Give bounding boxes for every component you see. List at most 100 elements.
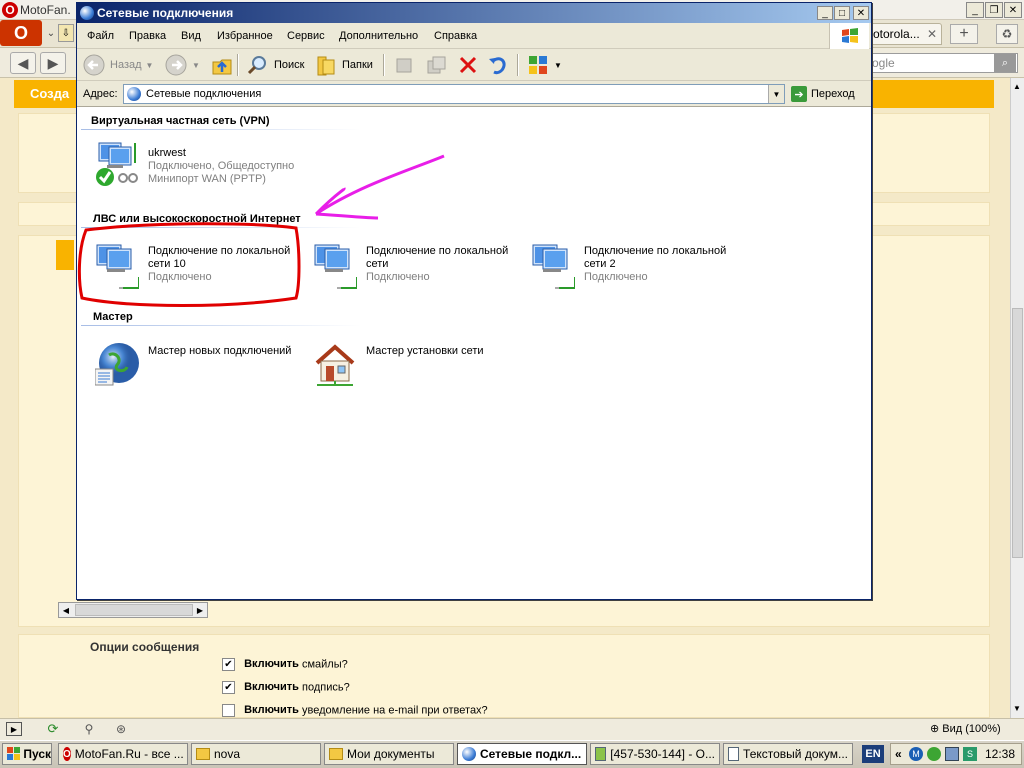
chevron-down-icon[interactable]: ⌄ [44,24,58,42]
group-divider [81,129,361,130]
menu-tools[interactable]: Сервис [287,30,325,42]
new-tab-button[interactable]: + [950,24,978,44]
scroll-left-icon[interactable]: ◀ [59,603,73,617]
language-indicator[interactable]: EN [862,745,884,763]
checkbox-checked[interactable]: ✔ [222,681,235,694]
connection-item-lan-10[interactable]: Подключение по локальной сети 10 Подключ… [95,241,290,289]
checkbox-unchecked[interactable] [222,704,235,717]
task-network-connections[interactable]: Сетевые подкл... [457,743,587,765]
chevron-down-icon[interactable]: ▼ [554,61,562,70]
undo-icon [489,57,506,75]
task-my-documents[interactable]: Мои документы [324,743,454,765]
go-arrow-icon: ➔ [791,86,807,102]
chevron-down-icon[interactable]: ▼ [146,61,154,70]
network-tray-icon[interactable] [945,747,959,761]
option-email-notify[interactable]: Включить уведомление на e-mail при ответ… [222,704,488,717]
close-button[interactable]: ✕ [1004,2,1022,18]
opera-logo-icon: O [2,2,18,18]
connection-status: Подключено [584,271,648,283]
scroll-right-icon[interactable]: ▶ [193,603,207,617]
zoom-control[interactable]: ⊕ Вид (100%) [930,722,1001,735]
network-setup-wizard[interactable]: Мастер установки сети [313,341,484,389]
menu-edit[interactable]: Правка [129,30,166,42]
maximize-button[interactable]: ❐ [985,2,1003,18]
connection-name: сети 10 [148,258,186,270]
menu-view[interactable]: Вид [181,30,201,42]
wizard-name: Мастер новых подключений [148,345,292,357]
forward-button[interactable]: ▼ [161,52,203,78]
search-button[interactable]: Поиск [243,52,307,78]
explorer-title: Сетевые подключения [97,6,234,20]
menu-advanced[interactable]: Дополнительно [339,30,418,42]
minimize-button[interactable]: _ [966,2,984,18]
new-connection-wizard[interactable]: Мастер новых подключений [95,341,291,389]
address-value: Сетевые подключения [146,88,262,100]
back-button[interactable]: Назад ▼ [79,52,156,78]
start-label: Пуск [23,747,51,761]
connection-item-lan-2[interactable]: Подключение по локальной сети 2 Подключе… [531,241,726,289]
go-label: Переход [811,88,855,100]
connection-item-lan[interactable]: Подключение по локальной сети Подключено [313,241,508,289]
opera-icon: O [63,747,71,761]
move-to-button[interactable] [389,52,419,78]
address-input[interactable]: Сетевые подключения ▼ [123,84,785,104]
turbo-icon[interactable]: ⊛ [112,721,130,737]
forward-icon[interactable]: ▶ [40,52,66,74]
maximize-button[interactable]: □ [834,6,850,20]
trash-icon[interactable]: ♻ [996,24,1018,44]
search-icon[interactable]: ⌕ [994,54,1016,72]
views-button[interactable]: ▼ [523,52,565,78]
checkbox-checked[interactable]: ✔ [222,658,235,671]
option-text: смайлы? [301,658,348,671]
connection-status: Подключено [148,271,212,283]
scroll-thumb[interactable] [1012,308,1023,558]
option-bold: Включить [244,681,299,694]
speed-dial-icon[interactable]: ⇩ [58,24,74,42]
vertical-scrollbar[interactable]: ▲ ▼ [1010,78,1024,718]
task-nova[interactable]: nova [191,743,321,765]
task-icq[interactable]: [457-530-144] - О... [590,743,720,765]
explorer-toolbar: Назад ▼ ▼ Поиск Папки ▼ [77,49,871,81]
up-folder-button[interactable] [207,52,237,78]
tab-label: otorola... [873,27,920,41]
icq-flower-icon[interactable] [927,747,941,761]
tray-expand-icon[interactable]: « [895,747,902,761]
task-label: Сетевые подкл... [480,747,582,761]
chevron-down-icon[interactable]: ▼ [192,61,200,70]
folder-icon [329,748,343,760]
copy-to-button[interactable] [421,52,451,78]
menu-help[interactable]: Справка [434,30,477,42]
folders-button[interactable]: Папки [311,52,376,78]
option-smileys[interactable]: ✔ Включить смайлы? [222,658,348,671]
motorola-icon[interactable]: M [909,747,923,761]
address-dropdown-icon[interactable]: ▼ [768,85,784,103]
scroll-thumb[interactable] [75,604,193,616]
notepad-icon [728,747,740,761]
opera-menu-button[interactable]: O [0,20,42,46]
scroll-up-icon[interactable]: ▲ [1011,80,1023,92]
start-button[interactable]: Пуск [2,743,52,765]
delete-button[interactable] [453,52,483,78]
chat-icon [595,747,607,761]
horizontal-scrollbar[interactable]: ◀ ▶ [58,602,208,618]
minimize-button[interactable]: _ [817,6,833,20]
connection-device: Минипорт WAN (PPTP) [148,173,266,185]
back-icon[interactable]: ◀ [10,52,36,74]
panel-toggle-icon[interactable]: ▶ [6,722,22,736]
task-text-document[interactable]: Текстовый докум... [723,743,853,765]
refresh-icon[interactable]: ⟳ [44,721,62,737]
connection-item-vpn[interactable]: ukrwest Подключено, Общедоступно Минипор… [95,139,294,187]
scroll-down-icon[interactable]: ▼ [1011,702,1023,714]
close-button[interactable]: ✕ [853,6,869,20]
menu-file[interactable]: Файл [87,30,114,42]
option-signature[interactable]: ✔ Включить подпись? [222,681,350,694]
task-opera[interactable]: O MotoFan.Ru - все ... [58,743,188,765]
opera-statusbar: ▶ ⟳ ⚲ ⊛ ⊕ Вид (100%) [0,718,1024,740]
tab-motorola[interactable]: otorola... ✕ [866,23,942,45]
share-icon[interactable]: ⚲ [80,721,98,737]
skype-icon[interactable]: S [963,747,977,761]
undo-button[interactable] [483,52,513,78]
tab-close-icon[interactable]: ✕ [927,27,937,41]
menu-favorites[interactable]: Избранное [217,30,273,42]
go-button[interactable]: ➔ Переход [791,84,855,104]
